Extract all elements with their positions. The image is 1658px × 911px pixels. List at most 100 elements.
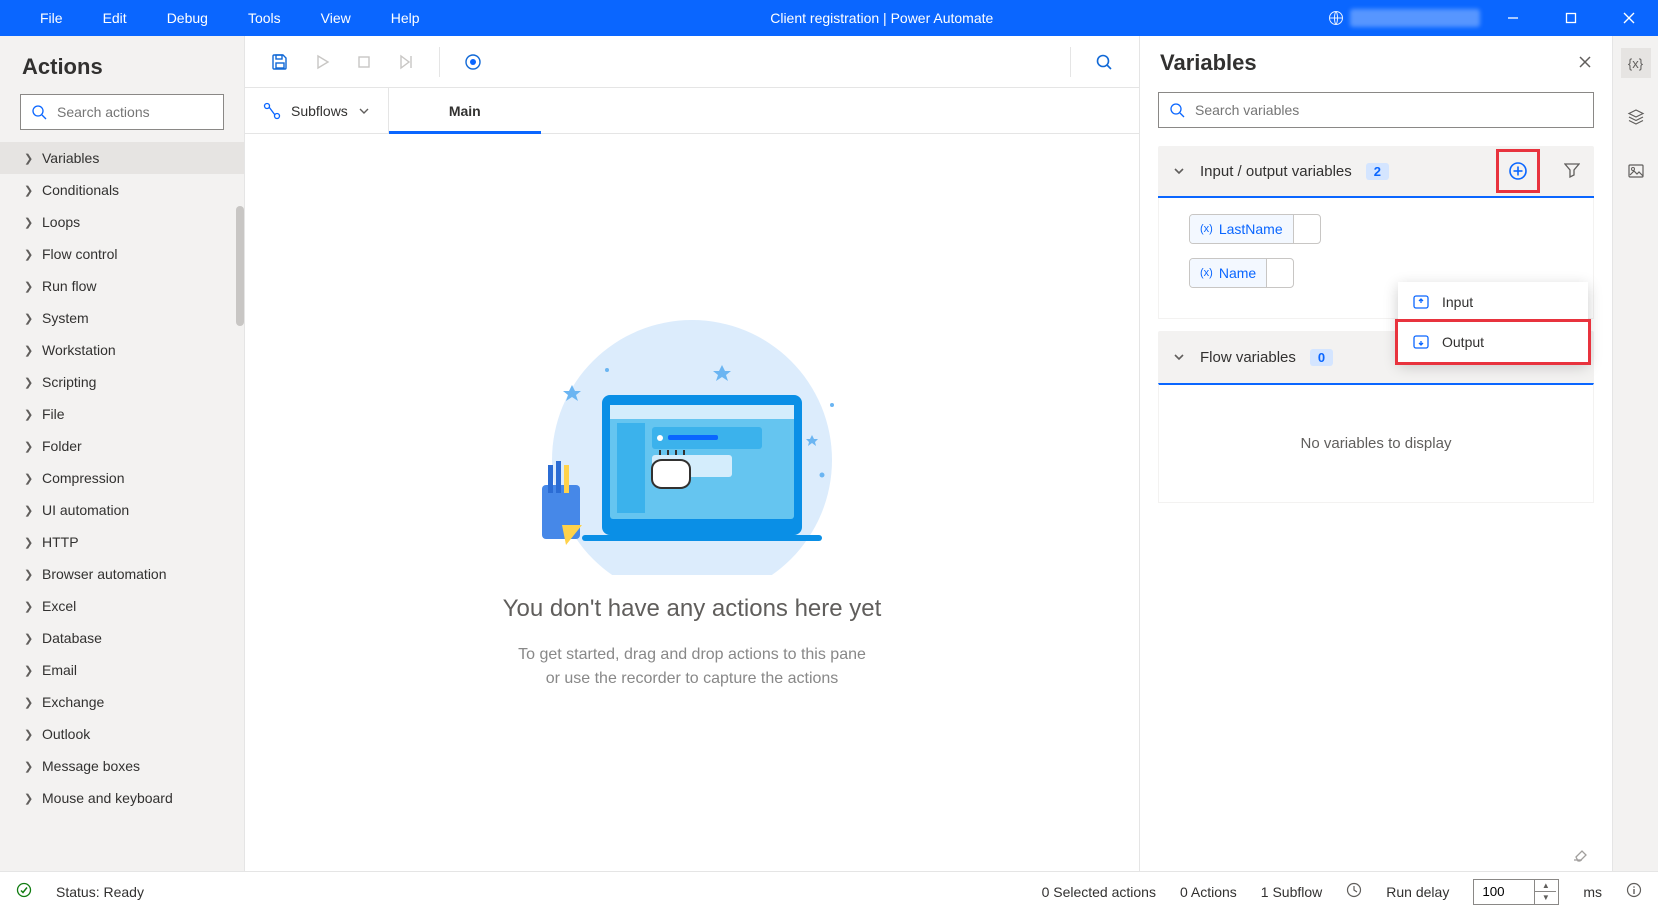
add-output-option[interactable]: Output [1398, 322, 1588, 362]
action-category[interactable]: ❯Flow control [0, 238, 244, 270]
ms-label: ms [1583, 884, 1602, 900]
run-delay-field[interactable] [1474, 880, 1534, 904]
action-category[interactable]: ❯Message boxes [0, 750, 244, 782]
category-label: Folder [42, 438, 82, 454]
add-io-variable-button[interactable] [1496, 149, 1540, 193]
category-label: Excel [42, 598, 76, 614]
search-icon [1169, 102, 1185, 118]
category-label: File [42, 406, 65, 422]
stop-button[interactable] [345, 43, 383, 81]
canvas-pane: Subflows Main [245, 36, 1139, 871]
chevron-down-icon[interactable] [1172, 350, 1186, 364]
plus-circle-icon [1508, 161, 1528, 181]
chevron-right-icon: ❯ [24, 760, 42, 773]
subflows-dropdown[interactable]: Subflows [245, 88, 389, 133]
info-icon[interactable] [1626, 882, 1642, 901]
action-category[interactable]: ❯HTTP [0, 526, 244, 558]
input-option-label: Input [1442, 294, 1473, 310]
action-category[interactable]: ❯Run flow [0, 270, 244, 302]
run-button[interactable] [303, 43, 341, 81]
chevron-right-icon: ❯ [24, 568, 42, 581]
empty-sub1: To get started, drag and drop actions to… [518, 646, 866, 663]
status-bar: Status: Ready 0 Selected actions 0 Actio… [0, 871, 1658, 911]
action-category[interactable]: ❯UI automation [0, 494, 244, 526]
save-button[interactable] [261, 43, 299, 81]
close-button[interactable] [1604, 0, 1654, 36]
rail-images[interactable] [1621, 156, 1651, 186]
run-delay-label: Run delay [1386, 884, 1449, 900]
io-section-title: Input / output variables [1200, 163, 1352, 180]
add-input-option[interactable]: Input [1398, 282, 1588, 322]
chevron-right-icon: ❯ [24, 376, 42, 389]
action-category[interactable]: ❯Outlook [0, 718, 244, 750]
action-category[interactable]: ❯File [0, 398, 244, 430]
flow-section-title: Flow variables [1200, 349, 1296, 366]
action-category[interactable]: ❯Compression [0, 462, 244, 494]
action-category[interactable]: ❯Conditionals [0, 174, 244, 206]
minimize-button[interactable] [1488, 0, 1538, 36]
chevron-down-icon[interactable] [1172, 164, 1186, 178]
filter-icon [1564, 162, 1580, 178]
menu-help[interactable]: Help [375, 4, 436, 32]
clear-variables-button[interactable] [1140, 838, 1612, 871]
chevron-right-icon: ❯ [24, 152, 42, 165]
action-category[interactable]: ❯Exchange [0, 686, 244, 718]
category-label: HTTP [42, 534, 79, 550]
variable-chip[interactable]: (x)LastName [1189, 214, 1321, 244]
chevron-right-icon: ❯ [24, 216, 42, 229]
variables-search-input[interactable] [1195, 102, 1583, 118]
close-variables-button[interactable] [1578, 55, 1592, 72]
variable-chip[interactable]: (x)Name [1189, 258, 1294, 288]
action-category[interactable]: ❯Variables [0, 142, 244, 174]
delay-up[interactable]: ▲ [1535, 880, 1556, 893]
menu-view[interactable]: View [305, 4, 367, 32]
actions-search[interactable] [20, 94, 224, 130]
action-category[interactable]: ❯Workstation [0, 334, 244, 366]
action-category[interactable]: ❯Loops [0, 206, 244, 238]
actions-search-input[interactable] [57, 104, 213, 120]
empty-sub2: or use the recorder to capture the actio… [546, 670, 839, 687]
input-icon [1412, 293, 1430, 311]
canvas-empty: You don't have any actions here yet To g… [245, 134, 1139, 871]
environment-indicator[interactable] [1328, 9, 1480, 27]
category-label: Workstation [42, 342, 116, 358]
delay-down[interactable]: ▼ [1535, 892, 1556, 904]
menu-edit[interactable]: Edit [87, 4, 143, 32]
maximize-button[interactable] [1546, 0, 1596, 36]
chevron-right-icon: ❯ [24, 248, 42, 261]
output-option-label: Output [1442, 334, 1484, 350]
filter-button[interactable] [1564, 162, 1580, 181]
actions-tree[interactable]: ❯Variables❯Conditionals❯Loops❯Flow contr… [0, 142, 244, 871]
action-category[interactable]: ❯Mouse and keyboard [0, 782, 244, 814]
action-category[interactable]: ❯Email [0, 654, 244, 686]
recorder-button[interactable] [454, 43, 492, 81]
action-category[interactable]: ❯Folder [0, 430, 244, 462]
category-label: Database [42, 630, 102, 646]
action-category[interactable]: ❯System [0, 302, 244, 334]
menu-tools[interactable]: Tools [232, 4, 297, 32]
rail-layers[interactable] [1621, 102, 1651, 132]
step-button[interactable] [387, 43, 425, 81]
category-label: Mouse and keyboard [42, 790, 173, 806]
menu-debug[interactable]: Debug [151, 4, 224, 32]
category-label: Flow control [42, 246, 117, 262]
flow-vars-empty: No variables to display [1158, 383, 1594, 503]
run-delay-input[interactable]: ▲▼ [1473, 879, 1559, 905]
subflows-icon [263, 102, 281, 120]
menu-file[interactable]: File [24, 4, 79, 32]
search-flow-button[interactable] [1085, 43, 1123, 81]
action-category[interactable]: ❯Browser automation [0, 558, 244, 590]
rail-variables[interactable]: {x} [1621, 48, 1651, 78]
variables-search[interactable] [1158, 92, 1594, 128]
title-bar: File Edit Debug Tools View Help Client r… [0, 0, 1658, 36]
variable-name: Name [1219, 265, 1256, 281]
action-category[interactable]: ❯Excel [0, 590, 244, 622]
search-icon [31, 104, 47, 120]
action-category[interactable]: ❯Scripting [0, 366, 244, 398]
chevron-right-icon: ❯ [24, 184, 42, 197]
action-category[interactable]: ❯Database [0, 622, 244, 654]
chevron-right-icon: ❯ [24, 312, 42, 325]
category-label: Loops [42, 214, 80, 230]
variable-icon: (x) [1200, 223, 1213, 235]
tab-main[interactable]: Main [389, 88, 541, 133]
